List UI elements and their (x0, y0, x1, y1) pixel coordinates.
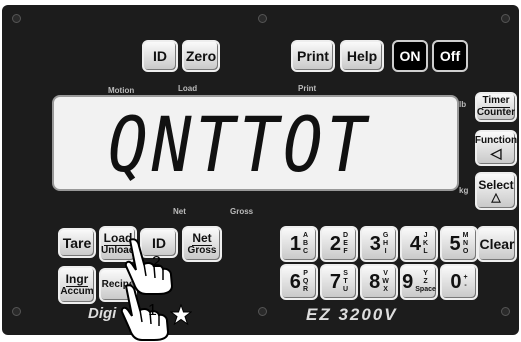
id-button[interactable]: ID (142, 40, 178, 72)
gross-annunciator: Gross (230, 207, 254, 216)
net-gross-button[interactable]: Net Gross (182, 226, 222, 262)
letter-label: E (343, 240, 348, 247)
clear-button[interactable]: Clear (477, 226, 517, 262)
kg-annunciator: kg (459, 186, 469, 195)
digit-8-button[interactable]: 8VWX (360, 264, 398, 300)
select-button[interactable]: Select △ (475, 172, 517, 210)
print-annunciator: Print (298, 84, 317, 93)
lb-annunciator: lb (459, 100, 467, 109)
letter-label: S (343, 270, 348, 277)
digit-label: 1 (289, 233, 302, 255)
digit-label: 5 (449, 233, 461, 255)
net-label: Net (192, 231, 212, 246)
letter-label: V (383, 270, 388, 277)
counter-label: Counter (476, 107, 516, 118)
digit-label: 2 (329, 233, 342, 255)
off-button[interactable]: Off (432, 40, 468, 72)
screw (12, 307, 21, 316)
digit-5-button[interactable]: 5MNO (440, 226, 478, 262)
letter-label: W (382, 278, 389, 285)
step-two-label: 2 (152, 254, 161, 271)
letter-label: O (462, 248, 469, 255)
letter-label: R (303, 286, 309, 293)
screw (501, 307, 510, 316)
digit-label: 3 (369, 233, 381, 255)
tare-button[interactable]: Tare (58, 228, 96, 258)
timer-counter-button[interactable]: Timer Counter (475, 92, 517, 122)
letter-label: D (343, 232, 349, 239)
digit-1-button[interactable]: 1ABC (280, 226, 318, 262)
help-button[interactable]: Help (340, 40, 384, 72)
left-arrow-icon: ◁ (490, 145, 502, 161)
digit-label: 0 (450, 271, 462, 293)
load-annunciator: Load (178, 84, 198, 93)
digit-label: 8 (369, 271, 381, 293)
digit-3-button[interactable]: 3GHI (360, 226, 398, 262)
letter-label: N (463, 240, 469, 247)
digit-0-button[interactable]: 0 + - (440, 264, 478, 300)
letter-label: A (303, 232, 309, 239)
letter-label: T (343, 278, 348, 285)
letter-label: - (464, 282, 467, 289)
step-one-label: 1 (148, 302, 157, 319)
up-arrow-icon: △ (491, 190, 501, 204)
digit-4-button[interactable]: 4JKL (400, 226, 438, 262)
letter-label: U (343, 286, 349, 293)
letter-label: M (462, 232, 469, 239)
letter-label: Z (423, 278, 428, 285)
star-icon (170, 304, 192, 326)
letter-label: P (303, 270, 308, 277)
letter-label: Y (423, 270, 428, 277)
digit-label: 6 (289, 271, 301, 293)
letter-label: X (383, 286, 388, 293)
screw (258, 14, 267, 23)
ingr-accum-button[interactable]: Ingr Accum (58, 266, 96, 304)
letter-label: + (463, 274, 468, 281)
letter-label: K (423, 240, 429, 247)
letter-label: G (382, 232, 389, 239)
letter-label: B (303, 240, 309, 247)
ingr-label: Ingr (65, 272, 89, 287)
zero-button[interactable]: Zero (182, 40, 220, 72)
letter-label: L (423, 248, 428, 255)
letter-label: J (423, 232, 428, 239)
digit-2-button[interactable]: 2DEF (320, 226, 358, 262)
gross-label: Gross (187, 245, 217, 256)
letter-label: Space (415, 286, 436, 293)
digit-6-button[interactable]: 6PQR (280, 264, 318, 300)
letter-label: C (303, 248, 309, 255)
model-name: EZ 3200V (306, 305, 398, 324)
screw (12, 14, 21, 23)
screw (501, 14, 510, 23)
function-button[interactable]: Function ◁ (475, 130, 517, 166)
net-annunciator: Net (173, 207, 186, 216)
letter-label: I (384, 248, 387, 255)
on-button[interactable]: ON (392, 40, 428, 72)
digit-label: 4 (409, 233, 422, 255)
letter-label: F (343, 248, 348, 255)
motion-annunciator: Motion (108, 86, 135, 95)
letter-label: Q (302, 278, 309, 285)
screw (258, 307, 267, 316)
digit-7-button[interactable]: 7STU (320, 264, 358, 300)
digit-9-button[interactable]: 9 Y Z Space (400, 264, 438, 300)
accum-label: Accum (60, 286, 94, 297)
digit-label: 9 (402, 271, 414, 293)
letter-label: H (383, 240, 389, 247)
digit-label: 7 (329, 271, 342, 293)
print-button[interactable]: Print (291, 40, 335, 72)
digi-logo: Digi (88, 305, 117, 322)
display-readout: QNTTOT (108, 101, 371, 190)
